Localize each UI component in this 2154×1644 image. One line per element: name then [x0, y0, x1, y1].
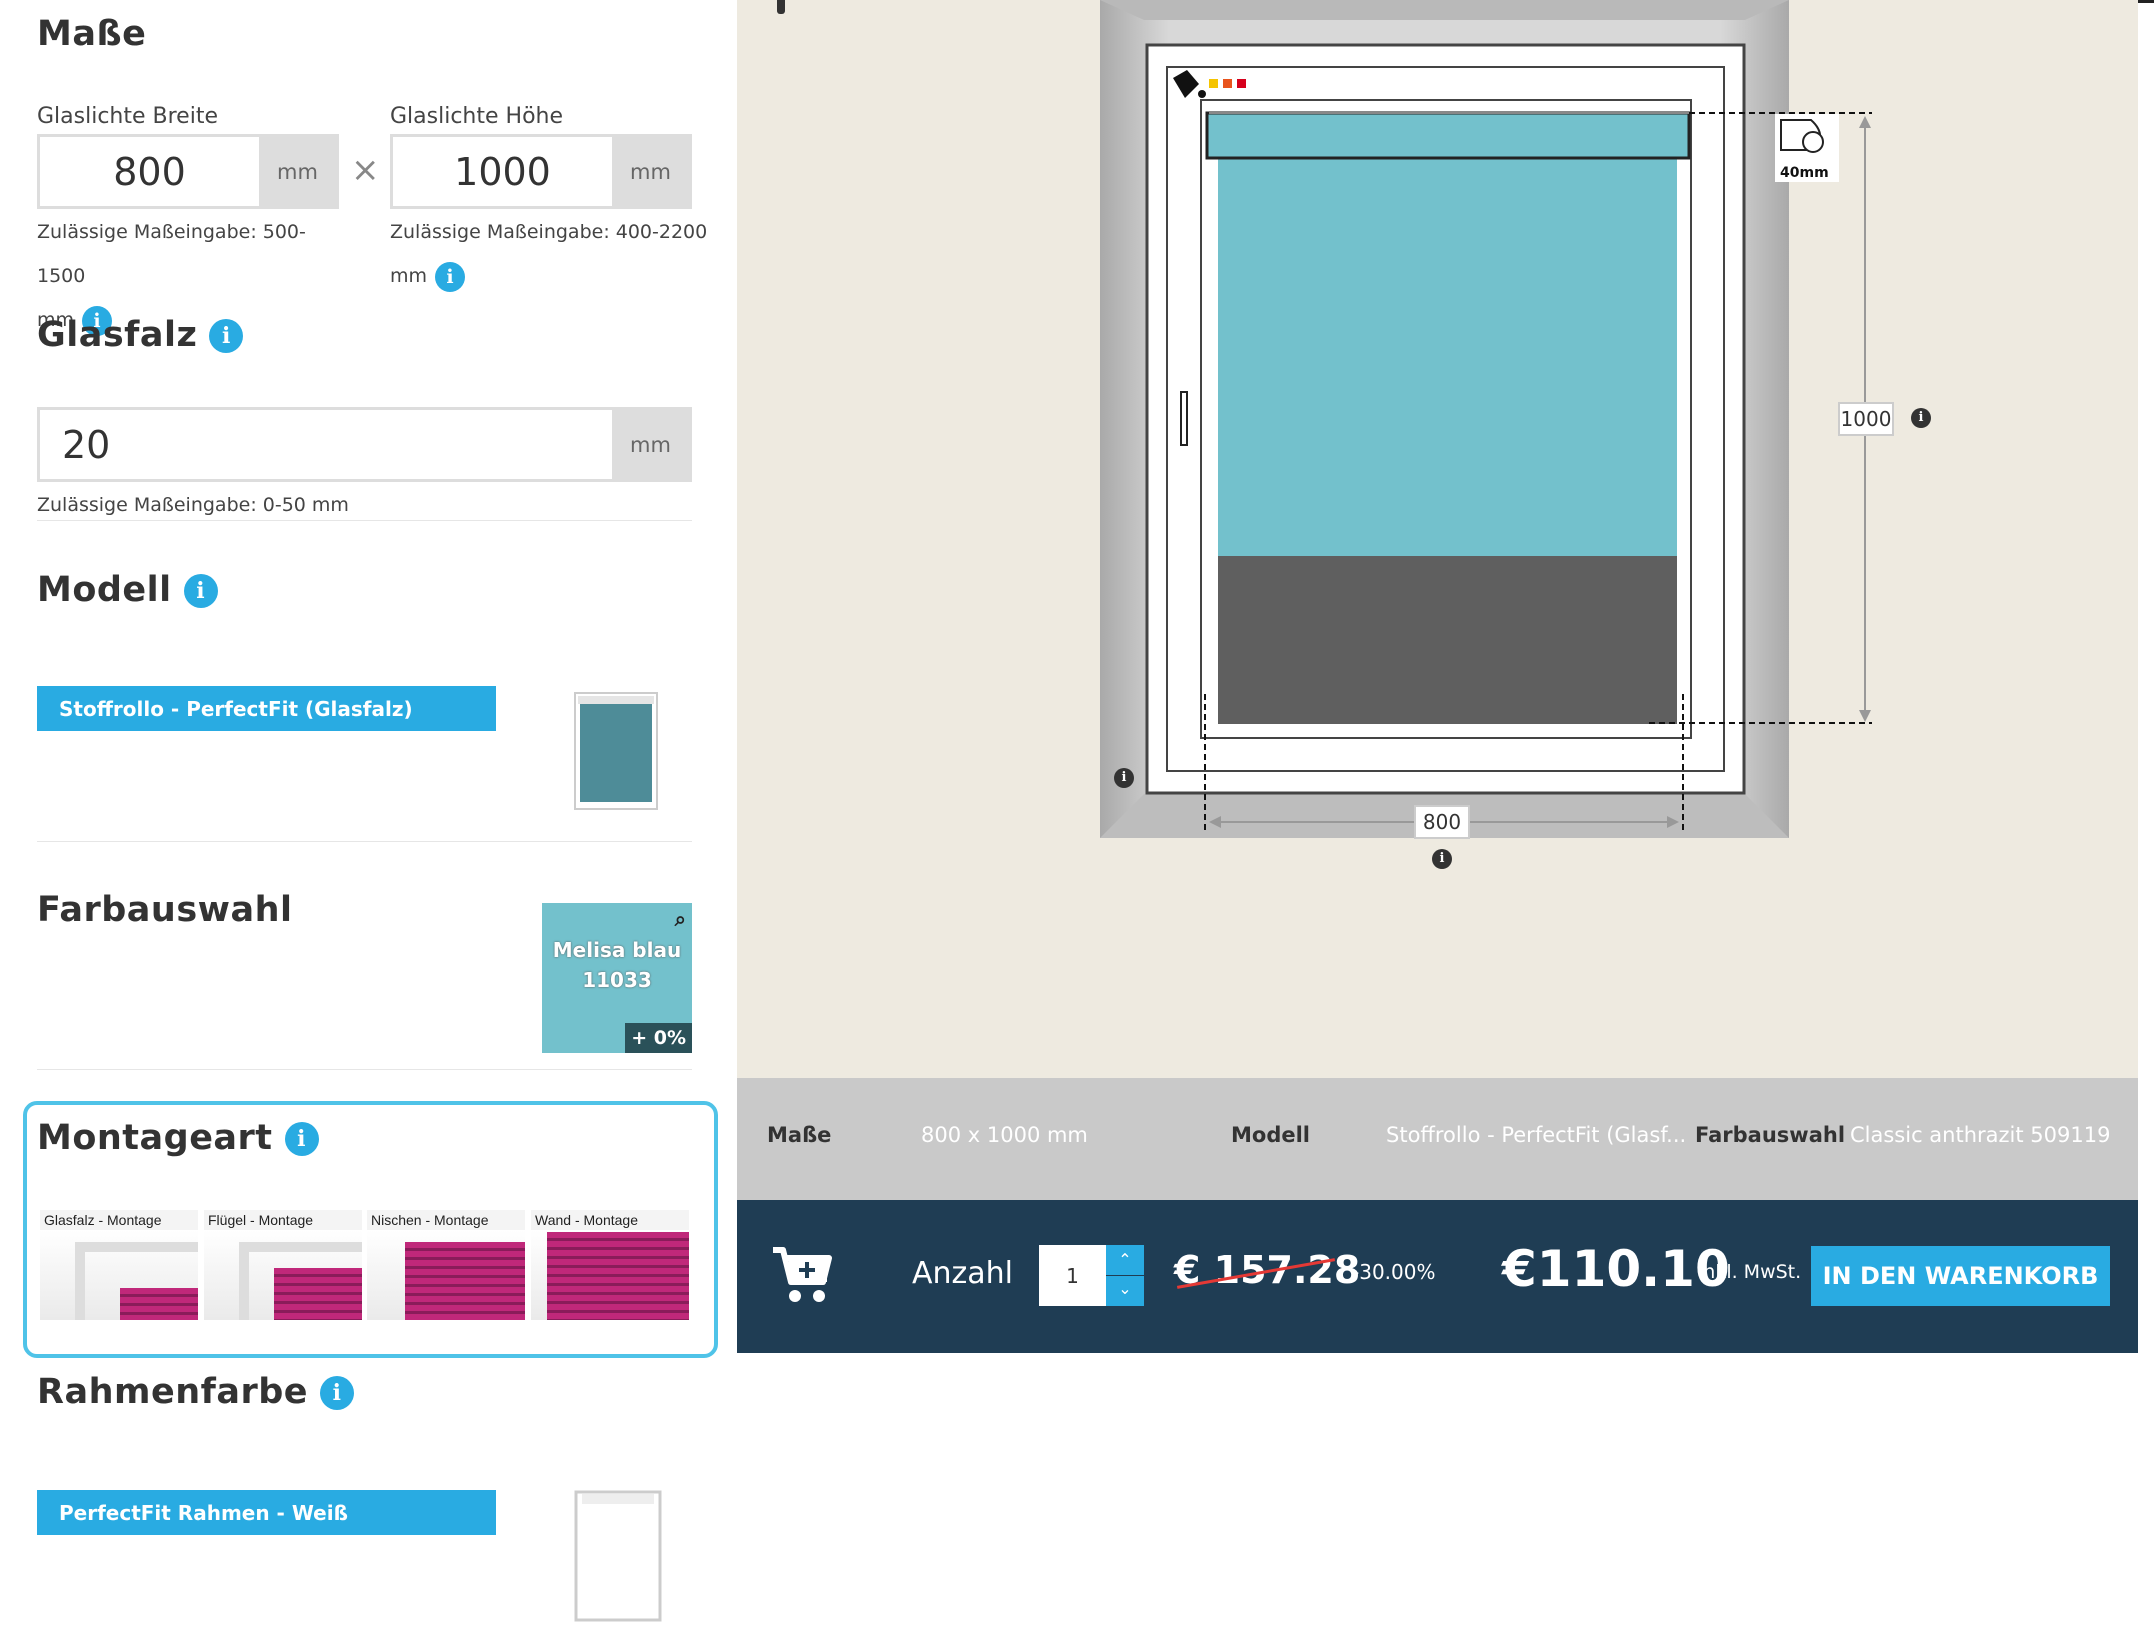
preview-area: 40mm 1000 i 800 i i	[737, 0, 2138, 1078]
discount: -30.00%	[1352, 1260, 1436, 1284]
summary-masse-value: 800 x 1000 mm	[921, 1123, 1088, 1147]
glasfalz-title: Glasfalz i	[37, 315, 244, 355]
quantity-input[interactable]: 1	[1039, 1245, 1106, 1306]
swatch-name-line1: Melisa blau	[552, 938, 682, 962]
color-swatch[interactable]: ⌕ Melisa blau 11033 + 0%	[542, 903, 692, 1053]
modell-title: Modell i	[37, 570, 218, 610]
montage-option-label: Wand - Montage	[535, 1212, 638, 1228]
blind-cassette	[1205, 111, 1691, 160]
modell-select-button[interactable]: Stoffrollo - PerfectFit (Glasfalz)	[37, 686, 496, 731]
masse-title: Maße	[37, 14, 147, 54]
frame-thumbnail[interactable]	[548, 1484, 668, 1624]
rahmenfarbe-title-text: Rahmenfarbe	[37, 1372, 309, 1412]
summary-modell-value: Stoffrollo - PerfectFit (Glasf...	[1386, 1123, 1687, 1147]
height-field[interactable]: 1000 mm	[390, 134, 692, 209]
cart-bar: Anzahl 1 ⌃ ⌄ € 157.28 -30.00% €110.10 in…	[737, 1200, 2138, 1353]
divider	[37, 1069, 692, 1070]
divider	[37, 520, 692, 521]
summary-farb-value: Classic anthrazit 509119	[1850, 1123, 2111, 1147]
height-unit: mm	[612, 137, 689, 206]
quantity-up-button[interactable]: ⌃	[1106, 1245, 1144, 1275]
montage-option-fluegel[interactable]: Flügel - Montage	[204, 1210, 362, 1320]
swatch-name-line2: 11033	[582, 968, 652, 992]
info-icon[interactable]: i	[1114, 768, 1134, 788]
rahmenfarbe-title: Rahmenfarbe i	[37, 1372, 355, 1412]
blind-fabric	[1218, 158, 1677, 556]
add-to-cart-button[interactable]: IN DEN WARENKORB	[1811, 1246, 2110, 1306]
summary-bar: Maße 800 x 1000 mm Modell Stoffrollo - P…	[737, 1078, 2138, 1200]
zoom-icon[interactable]: ⌕	[675, 907, 686, 931]
quantity-label: Anzahl	[912, 1256, 1014, 1291]
farbauswahl-title: Farbauswahl	[37, 890, 293, 930]
glasfalz-unit: mm	[612, 410, 689, 479]
modell-title-text: Modell	[37, 570, 172, 610]
roller-blind-thumbnail[interactable]	[572, 688, 664, 816]
height-hint-text: Zulässige Maßeingabe: 400-2200	[390, 221, 708, 243]
glasfalz-input[interactable]: 20	[40, 410, 612, 479]
old-price: € 157.28	[1174, 1248, 1360, 1292]
summary-farb-label: Farbauswahl	[1695, 1123, 1846, 1147]
width-field[interactable]: 800 mm	[37, 134, 339, 209]
width-hint-text: Zulässige Maßeingabe: 500- 1500	[37, 221, 306, 287]
cassette-label: 40mm	[1780, 165, 1829, 181]
color-dot[interactable]	[1223, 79, 1232, 88]
montageart-title: Montageart i	[37, 1118, 319, 1158]
info-icon[interactable]: i	[1911, 408, 1931, 428]
blind-lower	[1218, 556, 1677, 724]
info-icon[interactable]: i	[284, 1122, 319, 1156]
montage-option-label: Nischen - Montage	[371, 1212, 489, 1228]
glasfalz-field[interactable]: 20 mm	[37, 407, 692, 482]
montage-option-glasfalz[interactable]: Glasfalz - Montage	[40, 1210, 198, 1320]
montageart-title-text: Montageart	[37, 1118, 273, 1158]
montage-option-wand[interactable]: Wand - Montage	[531, 1210, 689, 1320]
config-panel: Maße Glaslichte Breite 800 mm × Glaslich…	[0, 0, 737, 1644]
quantity-down-button[interactable]: ⌄	[1106, 1276, 1144, 1306]
height-hint-unit: mm	[390, 265, 428, 287]
glasfalz-title-text: Glasfalz	[37, 315, 198, 355]
summary-modell-label: Modell	[1231, 1123, 1310, 1147]
info-icon[interactable]: i	[435, 261, 466, 292]
window-preview	[1100, 0, 1872, 838]
width-unit: mm	[259, 137, 336, 206]
montage-option-nischen[interactable]: Nischen - Montage	[367, 1210, 525, 1320]
times-icon: ×	[351, 150, 380, 190]
swatch-name: Melisa blau 11033	[542, 935, 692, 995]
height-hint: Zulässige Maßeingabe: 400-2200 mm i	[390, 210, 710, 298]
info-icon[interactable]: i	[209, 319, 244, 353]
divider	[37, 841, 692, 842]
height-label: Glaslichte Höhe	[390, 104, 564, 129]
tax-note: inkl. MwSt.	[1698, 1261, 1802, 1283]
width-label: Glaslichte Breite	[37, 104, 218, 129]
swatch-price: + 0%	[625, 1023, 692, 1053]
cart-icon	[773, 1247, 832, 1302]
info-icon[interactable]: i	[183, 574, 218, 608]
width-dimension: 800	[1414, 805, 1470, 839]
montage-option-label: Flügel - Montage	[208, 1212, 314, 1228]
rahmenfarbe-select-button[interactable]: PerfectFit Rahmen - Weiß	[37, 1490, 496, 1535]
width-input[interactable]: 800	[40, 137, 259, 206]
height-input[interactable]: 1000	[393, 137, 612, 206]
height-dimension: 1000	[1838, 402, 1894, 436]
price: €110.10	[1502, 1240, 1730, 1298]
summary-masse-label: Maße	[767, 1123, 832, 1147]
montage-option-label: Glasfalz - Montage	[44, 1212, 162, 1228]
color-dot[interactable]	[1209, 79, 1218, 88]
info-icon[interactable]: i	[1432, 849, 1452, 869]
color-dot[interactable]	[1237, 79, 1246, 88]
info-icon[interactable]: i	[320, 1376, 355, 1410]
